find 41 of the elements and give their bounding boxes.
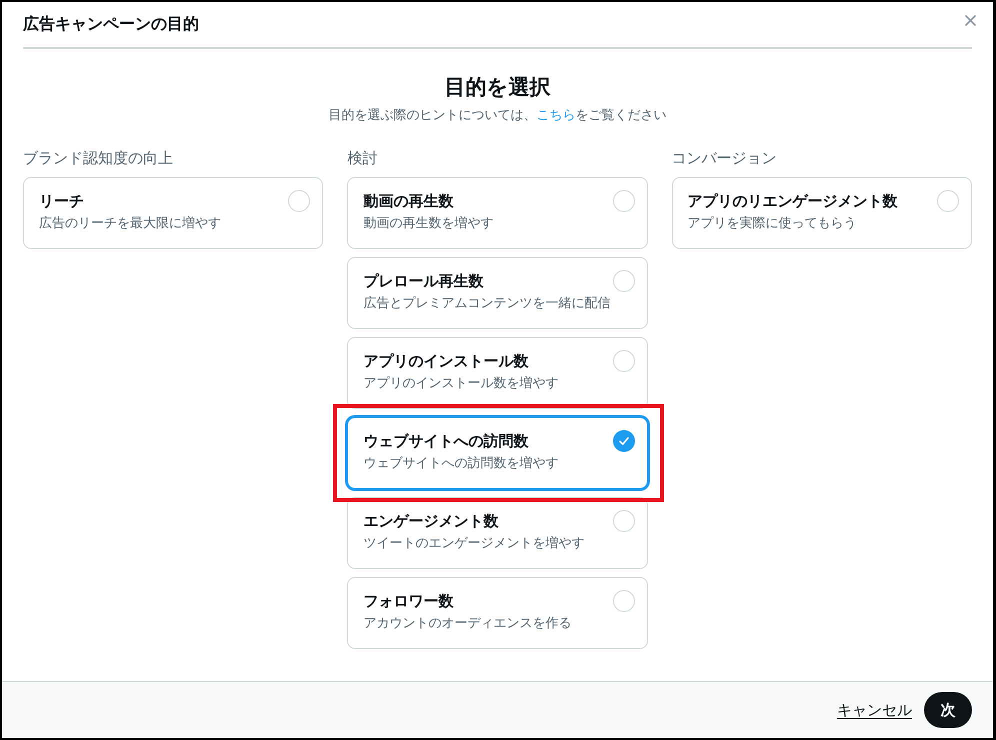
option-title: フォロワー数 — [363, 591, 454, 611]
column-heading: ブランド認知度の向上 — [23, 148, 173, 168]
option-title: ウェブサイトへの訪問数 — [363, 431, 528, 451]
option-description: アプリを実際に使ってもらう — [688, 215, 857, 233]
next-button[interactable]: 次 — [924, 692, 972, 728]
option-title: リーチ — [39, 191, 84, 211]
radio-icon[interactable] — [612, 590, 635, 612]
hint-text: 目的を選ぶ際のヒントについては、こちら をご覧ください — [328, 107, 666, 125]
column-heading: 検討 — [347, 148, 378, 168]
option-title: アプリのインストール数 — [363, 351, 528, 371]
radio-icon[interactable] — [937, 190, 959, 212]
option-title: プレロール再生数 — [363, 271, 484, 291]
option-description: ツイートのエンゲージメントを増やす — [363, 535, 584, 553]
section-heading: 目的を選択 — [444, 74, 550, 101]
option-description: アカウントのオーディエンスを作る — [363, 615, 572, 633]
close-icon — [964, 15, 976, 26]
option-description: 広告とプレミアムコンテンツを一緒に配信 — [363, 295, 610, 313]
option-title: 動画の再生数 — [363, 191, 454, 211]
objective-option[interactable]: 動画の再生数 動画の再生数を増やす — [347, 177, 648, 249]
option-description: アプリのインストール数を増やす — [363, 375, 558, 393]
objective-option[interactable]: プレロール再生数 広告とプレミアムコンテンツを一緒に配信 — [347, 257, 648, 329]
cancel-link[interactable]: キャンセル — [837, 700, 912, 720]
radio-icon[interactable] — [612, 270, 635, 292]
objective-option[interactable]: フォロワー数 アカウントのオーディエンスを作る — [347, 577, 648, 649]
objective-option[interactable]: アプリのインストール数 アプリのインストール数を増やす — [347, 337, 648, 409]
radio-icon[interactable] — [612, 190, 635, 212]
option-description: ウェブサイトへの訪問数を増やす — [363, 455, 558, 473]
objective-option[interactable]: アプリのリエンゲージメント数 アプリを実際に使ってもらう — [672, 177, 972, 249]
radio-icon[interactable] — [612, 510, 635, 532]
radio-icon[interactable] — [288, 190, 310, 212]
option-description: 動画の再生数を増やす — [363, 215, 494, 233]
dialog-title: 広告キャンペーンの目的 — [23, 12, 199, 34]
option-title: アプリのリエンゲージメント数 — [688, 191, 898, 211]
option-description: 広告のリーチを最大限に増やす — [39, 215, 221, 233]
objective-option[interactable]: エンゲージメント数 ツイートのエンゲージメントを増やす — [347, 497, 648, 569]
radio-icon[interactable] — [612, 350, 635, 372]
objective-option[interactable]: リーチ 広告のリーチを最大限に増やす — [23, 177, 324, 249]
check-icon[interactable] — [612, 430, 635, 452]
option-title: エンゲージメント数 — [363, 511, 498, 531]
objective-option[interactable]: ウェブサイトへの訪問数 ウェブサイトへの訪問数を増やす — [347, 417, 648, 489]
column-heading: コンバージョン — [672, 148, 777, 168]
